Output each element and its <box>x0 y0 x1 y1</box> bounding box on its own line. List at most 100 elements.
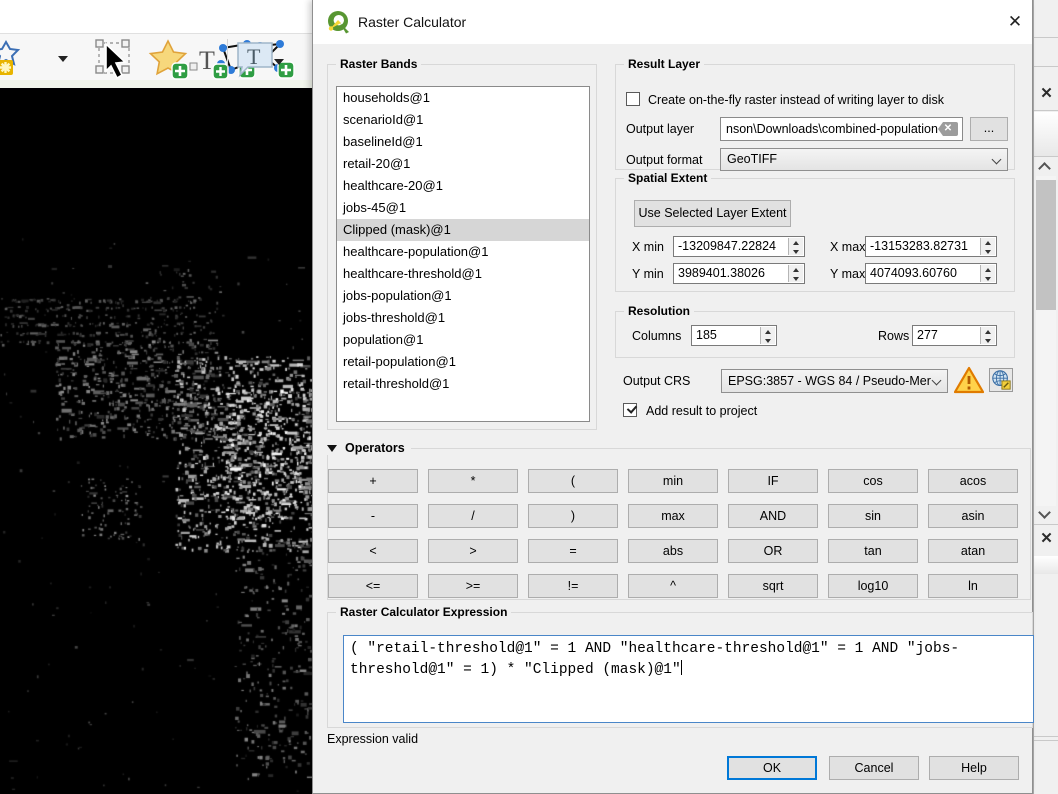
dropdown-caret-icon[interactable] <box>58 56 68 62</box>
operator-button[interactable]: acos <box>928 469 1018 493</box>
operator-button[interactable]: cos <box>828 469 918 493</box>
crs-warning-icon <box>954 366 984 394</box>
operator-button[interactable]: < <box>328 539 418 563</box>
spin-arrows-icon[interactable] <box>788 265 803 282</box>
map-canvas[interactable] <box>0 88 312 794</box>
panel-header-strip <box>1034 556 1058 574</box>
operator-button[interactable]: ( <box>528 469 618 493</box>
expression-textarea[interactable]: ( "retail-threshold@1" = 1 AND "healthca… <box>343 635 1034 723</box>
raster-bands-list[interactable]: households@1 scenarioId@1 baselineId@1 reta… <box>336 86 590 422</box>
spin-arrows-icon[interactable] <box>788 238 803 255</box>
scrollbar-thumb[interactable] <box>1036 180 1056 310</box>
y-max-spinbox[interactable]: 4074093.60760 <box>865 263 997 284</box>
create-otf-checkbox[interactable] <box>626 92 640 106</box>
operator-button[interactable]: max <box>628 504 718 528</box>
browse-button[interactable]: ... <box>970 117 1008 141</box>
x-min-value: -13209847.22824 <box>678 239 777 253</box>
scroll-up-icon[interactable] <box>1038 160 1052 175</box>
columns-spinbox[interactable]: 185 <box>691 325 777 346</box>
operator-button[interactable]: ) <box>528 504 618 528</box>
raster-band-item[interactable]: jobs-population@1 <box>337 285 589 307</box>
x-min-spinbox[interactable]: -13209847.22824 <box>673 236 805 257</box>
text-annotation-icon[interactable]: T <box>186 37 232 83</box>
output-layer-input[interactable]: nson\Downloads\combined-population ✕ <box>720 117 963 141</box>
clear-field-icon[interactable]: ✕ <box>938 122 958 136</box>
raster-band-item[interactable]: healthcare-population@1 <box>337 241 589 263</box>
raster-band-item[interactable]: retail-population@1 <box>337 351 589 373</box>
y-max-label: Y max <box>830 267 866 281</box>
x-min-label: X min <box>632 240 664 254</box>
operator-button[interactable]: / <box>428 504 518 528</box>
raster-band-item[interactable]: baselineId@1 <box>337 131 589 153</box>
add-result-checkbox[interactable] <box>623 403 637 417</box>
cancel-button[interactable]: Cancel <box>829 756 919 780</box>
raster-band-item[interactable]: scenarioId@1 <box>337 109 589 131</box>
operator-button[interactable]: ^ <box>628 574 718 598</box>
operator-button[interactable]: IF <box>728 469 818 493</box>
dialog-titlebar[interactable]: Raster Calculator ✕ <box>313 0 1032 44</box>
y-min-spinbox[interactable]: 3989401.38026 <box>673 263 805 284</box>
operator-button[interactable]: tan <box>828 539 918 563</box>
output-crs-select[interactable]: EPSG:3857 - WGS 84 / Pseudo-Mer <box>721 369 948 393</box>
spin-arrows-icon[interactable] <box>980 327 995 344</box>
y-min-value: 3989401.38026 <box>678 266 765 280</box>
operator-button[interactable]: log10 <box>828 574 918 598</box>
operator-button[interactable]: OR <box>728 539 818 563</box>
operator-button[interactable]: = <box>528 539 618 563</box>
raster-band-item[interactable]: Clipped (mask)@1 <box>337 219 589 241</box>
spin-arrows-icon[interactable] <box>760 327 775 344</box>
operator-button[interactable]: min <box>628 469 718 493</box>
raster-band-item[interactable]: jobs-threshold@1 <box>337 307 589 329</box>
select-annotation-icon[interactable] <box>92 36 138 80</box>
style-star-icon[interactable] <box>0 38 26 78</box>
divider <box>1034 524 1058 525</box>
operator-button[interactable]: >= <box>428 574 518 598</box>
raster-band-item[interactable]: retail-20@1 <box>337 153 589 175</box>
raster-band-item[interactable]: healthcare-threshold@1 <box>337 263 589 285</box>
operator-button[interactable]: ln <box>928 574 1018 598</box>
operator-button[interactable]: != <box>528 574 618 598</box>
output-layer-value: nson\Downloads\combined-population <box>726 122 938 136</box>
operator-button[interactable]: atan <box>928 539 1018 563</box>
expression-status: Expression valid <box>327 732 419 746</box>
operator-button[interactable]: > <box>428 539 518 563</box>
panel-close-icon[interactable]: ✕ <box>1037 84 1056 104</box>
raster-bands-group: Raster Bands households@1 scenarioId@1 bas… <box>327 57 597 430</box>
use-selected-layer-extent-button[interactable]: Use Selected Layer Extent <box>634 200 791 227</box>
spin-arrows-icon[interactable] <box>980 238 995 255</box>
operator-button[interactable]: sqrt <box>728 574 818 598</box>
output-crs-label: Output CRS <box>623 374 691 388</box>
help-button[interactable]: Help <box>929 756 1019 780</box>
operator-button[interactable]: sin <box>828 504 918 528</box>
operator-button[interactable]: + <box>328 469 418 493</box>
operator-button[interactable]: AND <box>728 504 818 528</box>
spatial-extent-label: Spatial Extent <box>624 171 712 185</box>
rows-spinbox[interactable]: 277 <box>912 325 997 346</box>
select-crs-button[interactable] <box>989 368 1013 392</box>
scroll-down-icon[interactable] <box>1038 506 1052 519</box>
operator-button[interactable]: * <box>428 469 518 493</box>
qgis-main-window: T T <box>0 0 312 794</box>
divider <box>1034 66 1058 67</box>
dropdown-caret-icon[interactable] <box>274 59 284 65</box>
panel-close-icon[interactable]: ✕ <box>1037 529 1056 549</box>
raster-band-item[interactable]: population@1 <box>337 329 589 351</box>
operators-header[interactable]: Operators <box>327 441 411 455</box>
raster-band-item[interactable]: healthcare-20@1 <box>337 175 589 197</box>
y-max-value: 4074093.60760 <box>870 266 957 280</box>
rows-label: Rows <box>878 329 910 343</box>
operator-button[interactable]: asin <box>928 504 1018 528</box>
expression-label: Raster Calculator Expression <box>336 605 512 619</box>
operator-button[interactable]: <= <box>328 574 418 598</box>
raster-band-item[interactable]: retail-threshold@1 <box>337 373 589 395</box>
raster-band-item[interactable]: households@1 <box>337 87 589 109</box>
operator-button[interactable]: - <box>328 504 418 528</box>
dialog-close-icon[interactable]: ✕ <box>1003 11 1027 33</box>
ok-button[interactable]: OK <box>727 756 817 780</box>
operator-button[interactable]: abs <box>628 539 718 563</box>
raster-band-item[interactable]: jobs-45@1 <box>337 197 589 219</box>
spin-arrows-icon[interactable] <box>980 265 995 282</box>
output-format-select[interactable]: GeoTIFF <box>720 148 1008 171</box>
balloon-annotation-icon[interactable]: T <box>234 39 276 79</box>
x-max-spinbox[interactable]: -13153283.82731 <box>865 236 997 257</box>
